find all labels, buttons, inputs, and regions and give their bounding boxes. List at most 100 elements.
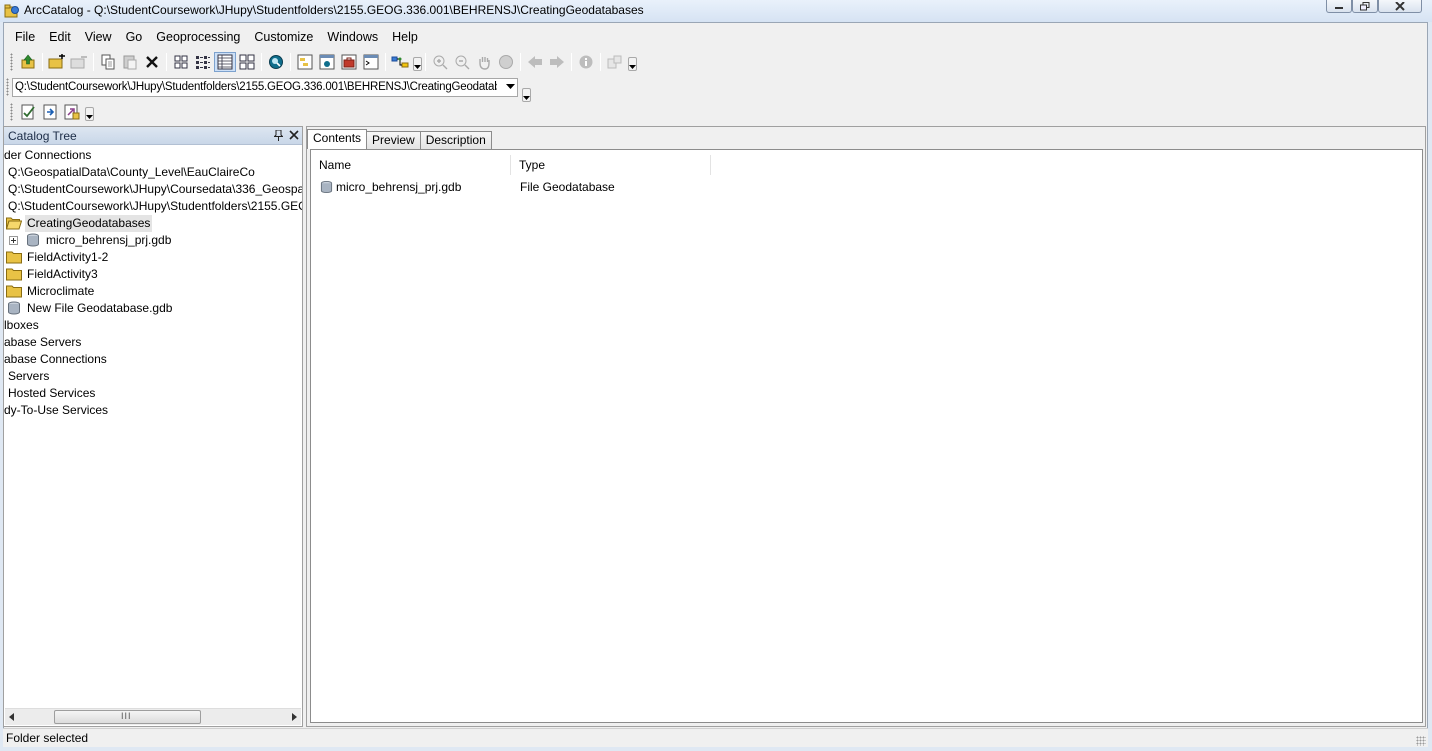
window-title: ArcCatalog - Q:\StudentCoursework\JHupy\…	[24, 3, 644, 17]
scrollbar-thumb[interactable]: III	[54, 710, 201, 724]
delete-button[interactable]	[141, 52, 163, 72]
back-button[interactable]	[524, 52, 546, 72]
menu-go[interactable]: Go	[119, 27, 150, 47]
details-view-button[interactable]	[214, 52, 236, 72]
folder-icon	[6, 285, 22, 298]
forward-button[interactable]	[546, 52, 568, 72]
thumbnails-icon	[239, 54, 255, 70]
column-headers: Name Type	[311, 155, 1422, 175]
up-one-level-button[interactable]	[17, 52, 39, 72]
large-icons-button[interactable]	[170, 52, 192, 72]
geodatabase-icon	[320, 180, 333, 194]
scroll-right-icon[interactable]	[292, 713, 297, 721]
tree-item-label: abase Connections	[4, 352, 107, 366]
menu-geoprocessing[interactable]: Geoprocessing	[149, 27, 247, 47]
copy-icon	[101, 54, 115, 70]
search-window-icon	[319, 54, 335, 70]
menu-edit[interactable]: Edit	[42, 27, 78, 47]
chevron-down-icon	[523, 96, 530, 100]
zoom-in-icon	[433, 55, 448, 70]
content-panel: Contents Preview Description Name Type m…	[306, 126, 1426, 727]
details-view-icon	[217, 54, 233, 70]
scroll-left-icon[interactable]	[9, 713, 14, 721]
arccatalog-app-icon[interactable]	[4, 3, 20, 18]
toolbar-grip[interactable]	[6, 78, 9, 96]
menu-customize[interactable]: Customize	[247, 27, 320, 47]
location-input[interactable]: Q:\StudentCoursework\JHupy\Studentfolder…	[15, 81, 497, 93]
disconnect-folder-button[interactable]	[68, 52, 90, 72]
folder-icon	[6, 251, 22, 264]
tree-item-label: Servers	[8, 369, 50, 383]
toolbar-grip[interactable]	[10, 103, 13, 121]
menu-view[interactable]: View	[78, 27, 119, 47]
minimize-button[interactable]	[1326, 0, 1352, 13]
tree-item-label: abase Servers	[4, 335, 82, 349]
close-icon[interactable]	[289, 130, 299, 140]
validate-metadata-button[interactable]	[17, 102, 39, 122]
tab-description[interactable]: Description	[419, 131, 492, 149]
python-window-button[interactable]	[360, 52, 382, 72]
model-builder-button[interactable]	[389, 52, 411, 72]
restore-button[interactable]	[1352, 0, 1378, 13]
close-window-button[interactable]	[1378, 0, 1422, 13]
contents-list-view[interactable]: Name Type micro_behrensj_prj.gdb File Ge…	[310, 149, 1423, 723]
column-header-name[interactable]: Name	[311, 155, 511, 175]
toolbar-options-button[interactable]	[413, 57, 422, 71]
grip-lines-icon: III	[121, 711, 132, 721]
search-window-button[interactable]	[316, 52, 338, 72]
paste-icon	[123, 55, 137, 70]
python-window-icon	[363, 54, 379, 70]
tab-contents[interactable]: Contents	[307, 129, 368, 149]
identify-button[interactable]	[575, 52, 597, 72]
column-header-type[interactable]: Type	[511, 155, 711, 175]
minimize-icon	[1335, 7, 1343, 9]
toolbox-icon	[341, 54, 357, 70]
location-combobox[interactable]: Q:\StudentCoursework\JHupy\Studentfolder…	[12, 78, 518, 97]
import-metadata-button[interactable]	[39, 102, 61, 122]
table-row[interactable]: micro_behrensj_prj.gdb File Geodatabase	[311, 178, 1422, 196]
pin-icon[interactable]	[274, 130, 283, 141]
menu-windows[interactable]: Windows	[320, 27, 385, 47]
chevron-down-icon	[629, 65, 636, 69]
tree-item-label: FieldActivity1-2	[27, 250, 109, 264]
zoom-out-button[interactable]	[451, 52, 473, 72]
folder-icon	[6, 268, 22, 281]
tab-preview[interactable]: Preview	[366, 131, 421, 149]
create-thumbnail-button[interactable]	[604, 52, 626, 72]
geodatabase-icon	[8, 301, 20, 315]
toolbar-grip[interactable]	[10, 53, 13, 71]
tree-item-label: Microclimate	[27, 284, 95, 298]
status-bar: Folder selected	[3, 728, 1428, 747]
copy-button[interactable]	[97, 52, 119, 72]
tree-horizontal-scrollbar[interactable]: III	[5, 708, 301, 725]
catalog-tree-window-button[interactable]	[294, 52, 316, 72]
connect-folder-button[interactable]	[46, 52, 68, 72]
zoom-in-button[interactable]	[429, 52, 451, 72]
expand-toggle[interactable]	[9, 236, 18, 245]
zoom-out-icon	[455, 55, 470, 70]
pan-hand-icon	[479, 57, 490, 70]
paste-button[interactable]	[119, 52, 141, 72]
menu-file[interactable]: File	[8, 27, 42, 47]
launch-search-button[interactable]	[265, 52, 287, 72]
catalog-tree-panel: Catalog Tree der Connections Q:\Geospati…	[3, 126, 303, 727]
location-toolbar-options-button[interactable]	[522, 88, 531, 102]
list-view-button[interactable]	[192, 52, 214, 72]
pan-button[interactable]	[473, 52, 495, 72]
toolbar-options-button-2[interactable]	[628, 57, 637, 71]
row-name: micro_behrensj_prj.gdb	[336, 180, 462, 194]
resize-grip[interactable]	[1416, 736, 1426, 746]
dropdown-arrow-icon[interactable]	[506, 84, 515, 90]
full-extent-button[interactable]	[495, 52, 517, 72]
search-icon	[269, 55, 283, 69]
menu-help[interactable]: Help	[385, 27, 425, 47]
chevron-down-icon	[414, 65, 421, 69]
export-metadata-button[interactable]	[61, 102, 83, 122]
tree-item-label: CreatingGeodatabases	[25, 215, 153, 232]
thumbnails-button[interactable]	[236, 52, 258, 72]
metadata-toolbar-options-button[interactable]	[85, 107, 94, 121]
geodatabase-icon	[27, 233, 39, 247]
arctoolbox-window-button[interactable]	[338, 52, 360, 72]
row-type: File Geodatabase	[520, 180, 615, 194]
tree-item-label: micro_behrensj_prj.gdb	[46, 233, 172, 247]
